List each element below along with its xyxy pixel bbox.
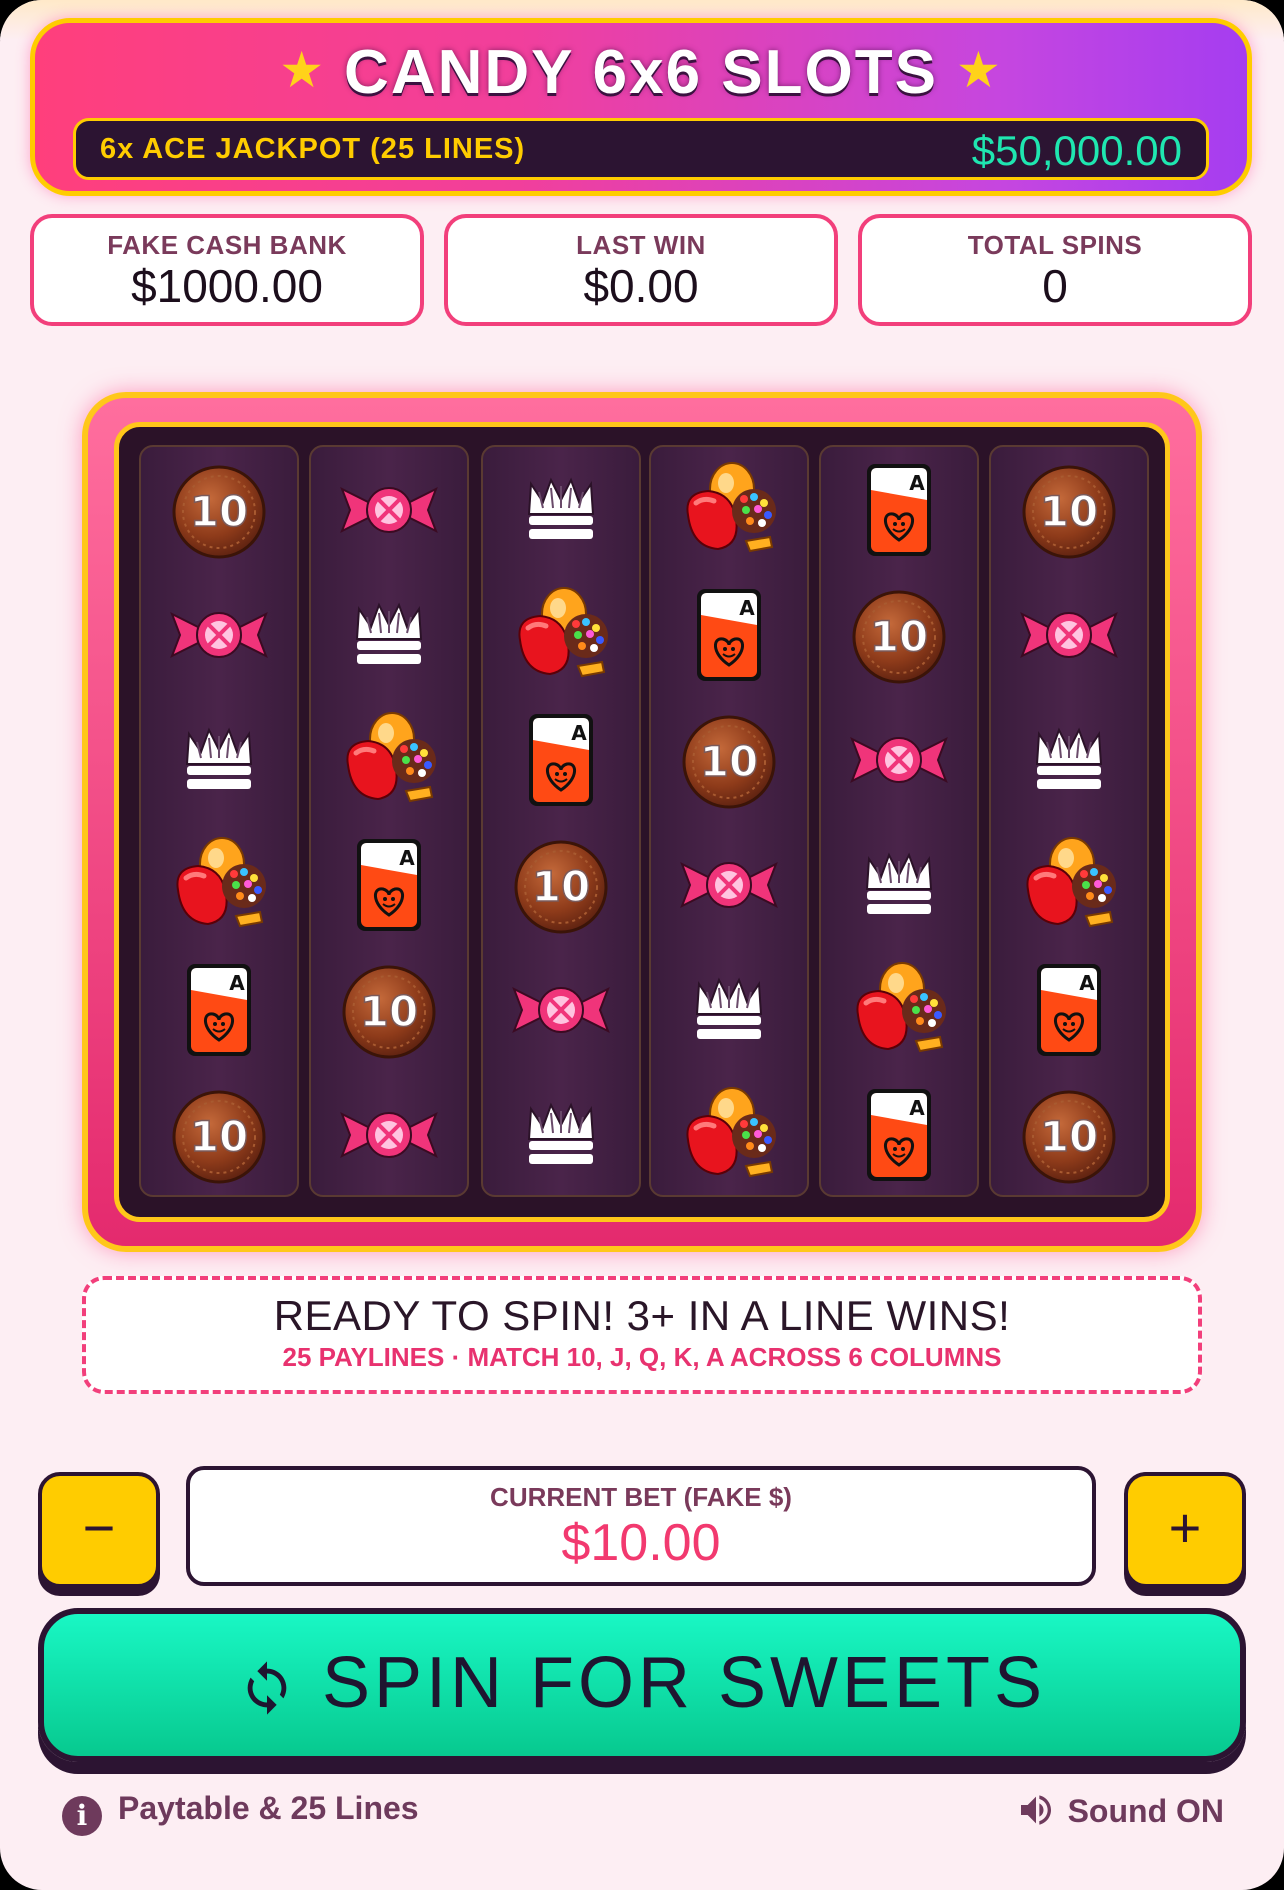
candy-pile-icon — [483, 572, 639, 697]
ace-card-icon: A — [991, 947, 1147, 1072]
status-message: READY TO SPIN! 3+ IN A LINE WINS! — [273, 1292, 1011, 1339]
stat-label: FAKE CASH BANK — [107, 230, 347, 260]
stat-value: 0 — [1042, 260, 1068, 312]
star-icon: ★ — [955, 42, 1003, 98]
crown-icon — [651, 947, 807, 1072]
slot-app: ★ CANDY 6x6 SLOTS ★ 6x ACE JACKPOT (25 LIN… — [0, 0, 1284, 1890]
crown-icon — [141, 697, 297, 822]
svg-text:10: 10 — [532, 862, 590, 911]
svg-text:10: 10 — [700, 737, 758, 786]
wrapped-candy-icon — [991, 572, 1147, 697]
bet-value: $10.00 — [561, 1514, 721, 1572]
jackpot-bar: 6x ACE JACKPOT (25 LINES) $50,000.00 — [73, 118, 1209, 180]
reel-column-2: A 10 — [309, 445, 469, 1197]
candy-pile-icon — [311, 697, 467, 822]
game-title: ★ CANDY 6x6 SLOTS ★ — [35, 37, 1247, 108]
svg-text:A: A — [739, 596, 755, 620]
ten-chocolate-icon: 10 — [141, 447, 297, 572]
ten-chocolate-icon: 10 — [141, 1072, 297, 1197]
reel-column-3: A 10 — [481, 445, 641, 1197]
status-panel: READY TO SPIN! 3+ IN A LINE WINS! 25 PAY… — [82, 1276, 1202, 1394]
header-banner: ★ CANDY 6x6 SLOTS ★ 6x ACE JACKPOT (25 LIN… — [30, 18, 1252, 196]
stat-last-win: LAST WIN $0.00 — [444, 214, 838, 326]
current-bet-display: CURRENT BET (FAKE $) $10.00 — [186, 1466, 1096, 1586]
ace-card-icon: A — [483, 697, 639, 822]
reel-column-1: 10 A 10 — [139, 445, 299, 1197]
reel-window: 10 A 10 A 10 A 10 A 10 A 10 A 10 A 10 — [114, 422, 1170, 1222]
stat-label: LAST WIN — [576, 230, 706, 260]
ten-chocolate-icon: 10 — [311, 947, 467, 1072]
reel-column-6: 10 A 10 — [989, 445, 1149, 1197]
candy-pile-icon — [821, 947, 977, 1072]
candy-pile-icon — [651, 447, 807, 572]
ten-chocolate-icon: 10 — [991, 447, 1147, 572]
sound-toggle[interactable]: Sound ON — [1016, 1790, 1224, 1830]
wrapped-candy-icon — [651, 822, 807, 947]
stat-label: TOTAL SPINS — [967, 230, 1143, 260]
candy-pile-icon — [991, 822, 1147, 947]
crown-icon — [991, 697, 1147, 822]
title-text: CANDY 6x6 SLOTS — [344, 38, 938, 107]
jackpot-value: $50,000.00 — [971, 127, 1182, 174]
crown-icon — [483, 447, 639, 572]
info-icon: i — [62, 1796, 102, 1836]
ace-card-icon: A — [141, 947, 297, 1072]
svg-text:10: 10 — [1040, 1112, 1098, 1161]
ten-chocolate-icon: 10 — [821, 572, 977, 697]
svg-text:A: A — [909, 1096, 925, 1120]
candy-pile-icon — [651, 1072, 807, 1197]
reel-column-5: A 10 A — [819, 445, 979, 1197]
increase-bet-button[interactable]: + — [1124, 1472, 1246, 1588]
wrapped-candy-icon — [483, 947, 639, 1072]
ace-card-icon: A — [311, 822, 467, 947]
paytable-label: Paytable & 25 Lines — [118, 1790, 419, 1826]
ten-chocolate-icon: 10 — [991, 1072, 1147, 1197]
svg-text:10: 10 — [360, 987, 418, 1036]
stat-value: $1000.00 — [131, 260, 323, 312]
wrapped-candy-icon — [311, 1072, 467, 1197]
slot-machine-frame: 10 A 10 A 10 A 10 A 10 A 10 A 10 A 10 — [82, 392, 1202, 1252]
stat-bank: FAKE CASH BANK $1000.00 — [30, 214, 424, 326]
ten-chocolate-icon: 10 — [651, 697, 807, 822]
jackpot-label: 6x ACE JACKPOT (25 LINES) — [100, 133, 526, 165]
svg-text:A: A — [399, 846, 415, 870]
wrapped-candy-icon — [311, 447, 467, 572]
wrapped-candy-icon — [141, 572, 297, 697]
ace-card-icon: A — [821, 1072, 977, 1197]
sound-label: Sound ON — [1067, 1793, 1224, 1829]
refresh-icon — [247, 1661, 287, 1715]
crown-icon — [311, 572, 467, 697]
svg-text:10: 10 — [870, 612, 928, 661]
stat-total-spins: TOTAL SPINS 0 — [858, 214, 1252, 326]
stat-value: $0.00 — [583, 260, 699, 312]
svg-text:A: A — [1079, 971, 1095, 995]
ace-card-icon: A — [651, 572, 807, 697]
svg-text:A: A — [909, 471, 925, 495]
svg-text:A: A — [571, 721, 587, 745]
svg-text:10: 10 — [190, 487, 248, 536]
decrease-bet-button[interactable]: − — [38, 1472, 160, 1588]
ace-card-icon: A — [821, 447, 977, 572]
ten-chocolate-icon: 10 — [483, 822, 639, 947]
crown-icon — [483, 1072, 639, 1197]
svg-text:A: A — [229, 971, 245, 995]
reel-column-4: A 10 — [649, 445, 809, 1197]
speaker-icon — [1020, 1795, 1051, 1825]
svg-text:10: 10 — [1040, 487, 1098, 536]
crown-icon — [821, 822, 977, 947]
status-subtext: 25 PAYLINES · MATCH 10, J, Q, K, A ACROS… — [282, 1342, 1002, 1372]
spin-label: SPIN FOR SWEETS — [321, 1643, 1047, 1723]
bet-label: CURRENT BET (FAKE $) — [490, 1482, 792, 1512]
wrapped-candy-icon — [821, 697, 977, 822]
candy-pile-icon — [141, 822, 297, 947]
star-icon: ★ — [279, 42, 327, 98]
spin-button[interactable]: SPIN FOR SWEETS — [38, 1608, 1246, 1762]
paytable-link[interactable]: i Paytable & 25 Lines — [62, 1790, 419, 1836]
svg-text:10: 10 — [190, 1112, 248, 1161]
